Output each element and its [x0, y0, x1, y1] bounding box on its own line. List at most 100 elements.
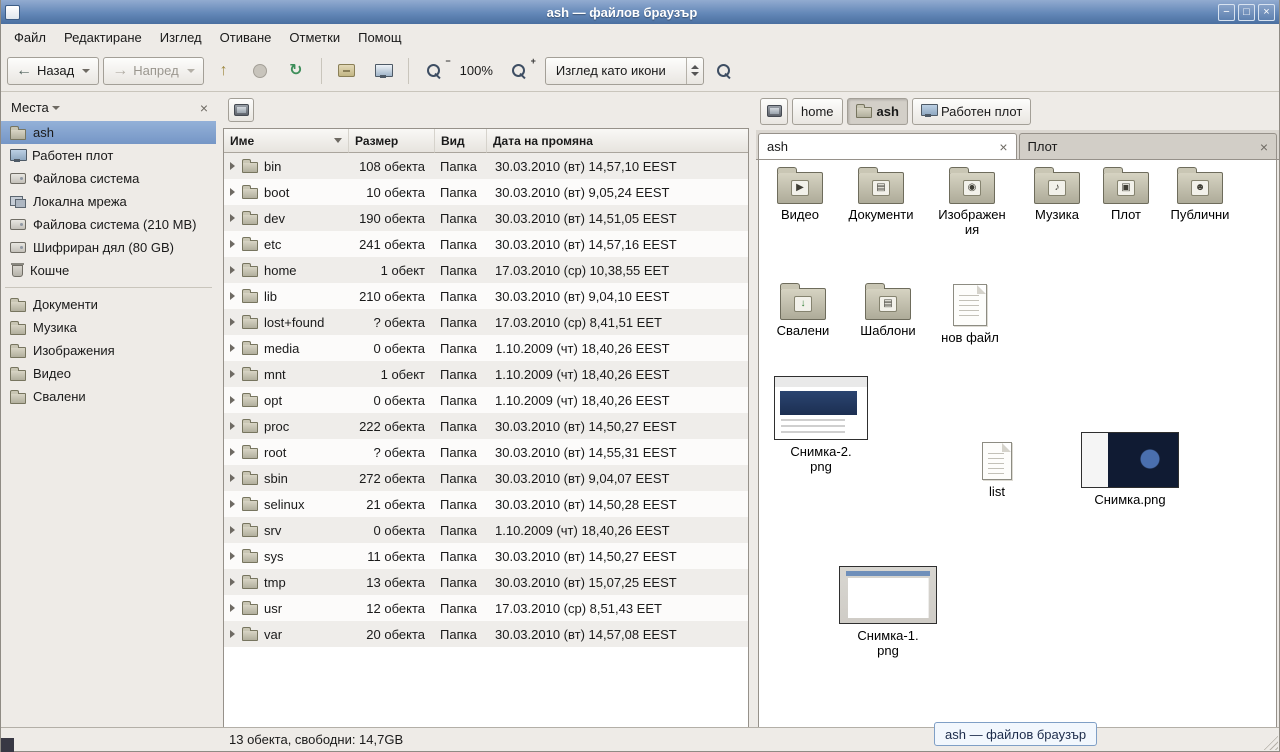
- menu-item[interactable]: Отиване: [211, 24, 281, 50]
- sidebar-title-dropdown-icon[interactable]: [52, 106, 60, 110]
- menu-item[interactable]: Файл: [5, 24, 55, 50]
- sidebar-item[interactable]: Кошче: [1, 259, 216, 282]
- icon-item-snimka1[interactable]: Снимка-1. png: [835, 566, 941, 658]
- path-home-button[interactable]: home: [792, 98, 843, 125]
- sidebar-item[interactable]: Музика: [1, 316, 216, 339]
- menu-item[interactable]: Отметки: [280, 24, 349, 50]
- expander-icon[interactable]: [230, 474, 235, 482]
- titlebar[interactable]: ash — файлов браузър − □ ×: [1, 0, 1279, 24]
- sidebar-item[interactable]: Свалени: [1, 385, 216, 408]
- expander-icon[interactable]: [230, 162, 235, 170]
- table-row[interactable]: var20 обектаПапка30.03.2010 (вт) 14,57,0…: [224, 621, 748, 647]
- icon-item-snimka[interactable]: Снимка.png: [1077, 432, 1183, 507]
- menu-item[interactable]: Помощ: [349, 24, 410, 50]
- expander-icon[interactable]: [230, 188, 235, 196]
- table-row[interactable]: lib210 обектаПапка30.03.2010 (вт) 9,04,1…: [224, 283, 748, 309]
- sidebar-item[interactable]: ash: [1, 121, 216, 144]
- table-row[interactable]: sys11 обектаПапка30.03.2010 (вт) 14,50,2…: [224, 543, 748, 569]
- sidebar-item[interactable]: Работен плот: [1, 144, 216, 167]
- table-row[interactable]: tmp13 обектаПапка30.03.2010 (вт) 15,07,2…: [224, 569, 748, 595]
- computer-button[interactable]: [367, 57, 399, 85]
- table-row[interactable]: bin108 обектаПапка30.03.2010 (вт) 14,57,…: [224, 153, 748, 179]
- sidebar-title[interactable]: Места: [11, 100, 49, 115]
- tab-close-icon[interactable]: ×: [999, 140, 1007, 154]
- minimize-button[interactable]: −: [1218, 4, 1235, 21]
- expander-icon[interactable]: [230, 500, 235, 508]
- path-current-button[interactable]: ash: [847, 98, 908, 125]
- table-row[interactable]: srv0 обектаПапка1.10.2009 (чт) 18,40,26 …: [224, 517, 748, 543]
- icon-item-templates[interactable]: ▤ Шаблони: [853, 284, 923, 338]
- search-button[interactable]: [708, 57, 740, 85]
- expander-icon[interactable]: [230, 240, 235, 248]
- pane-splitter[interactable]: [216, 92, 223, 727]
- expander-icon[interactable]: [230, 214, 235, 222]
- sidebar-item[interactable]: Изображения: [1, 339, 216, 362]
- icon-item-downloads[interactable]: ↓ Свалени: [769, 284, 837, 338]
- sidebar-close-icon[interactable]: ×: [200, 101, 208, 115]
- pane-location-button[interactable]: [228, 98, 254, 122]
- back-button[interactable]: ← Назад: [7, 57, 99, 85]
- expander-icon[interactable]: [230, 630, 235, 638]
- close-button[interactable]: ×: [1258, 4, 1275, 21]
- expander-icon[interactable]: [230, 266, 235, 274]
- table-row[interactable]: lost+found? обектаПапка17.03.2010 (ср) 8…: [224, 309, 748, 335]
- table-row[interactable]: dev190 обектаПапка30.03.2010 (вт) 14,51,…: [224, 205, 748, 231]
- menu-item[interactable]: Изглед: [151, 24, 211, 50]
- tab-plot[interactable]: Плот ×: [1019, 133, 1278, 159]
- home-button[interactable]: [331, 57, 363, 85]
- column-header-date[interactable]: Дата на промяна: [487, 129, 748, 153]
- reload-button[interactable]: ↻: [280, 57, 312, 85]
- menu-item[interactable]: Редактиране: [55, 24, 151, 50]
- expander-icon[interactable]: [230, 604, 235, 612]
- expander-icon[interactable]: [230, 448, 235, 456]
- table-row[interactable]: media0 обектаПапка1.10.2009 (чт) 18,40,2…: [224, 335, 748, 361]
- back-dropdown-icon[interactable]: [82, 69, 90, 73]
- table-row[interactable]: sbin272 обектаПапка30.03.2010 (вт) 9,04,…: [224, 465, 748, 491]
- sidebar-item[interactable]: Документи: [1, 293, 216, 316]
- table-row[interactable]: etc241 обектаПапка30.03.2010 (вт) 14,57,…: [224, 231, 748, 257]
- icon-item-public[interactable]: ☻ Публични: [1163, 168, 1237, 222]
- table-row[interactable]: boot10 обектаПапка30.03.2010 (вт) 9,05,2…: [224, 179, 748, 205]
- icon-item-music[interactable]: ♪ Музика: [1025, 168, 1089, 222]
- zoom-out-button[interactable]: −: [418, 57, 450, 85]
- table-row[interactable]: selinux21 обектаПапка30.03.2010 (вт) 14,…: [224, 491, 748, 517]
- expander-icon[interactable]: [230, 292, 235, 300]
- forward-button[interactable]: → Напред: [103, 57, 203, 85]
- up-button[interactable]: ↑: [208, 57, 240, 85]
- path-desktop-button[interactable]: Работен плот: [912, 98, 1031, 125]
- resize-grip[interactable]: [1263, 735, 1278, 750]
- icon-item-images[interactable]: ◉ Изображен ия: [931, 168, 1013, 237]
- zoom-in-button[interactable]: +: [503, 57, 535, 85]
- icon-item-list[interactable]: list: [971, 442, 1023, 499]
- expander-icon[interactable]: [230, 318, 235, 326]
- icon-item-snimka2[interactable]: Снимка-2. png: [771, 376, 871, 474]
- table-row[interactable]: proc222 обектаПапка30.03.2010 (вт) 14,50…: [224, 413, 748, 439]
- table-row[interactable]: opt0 обектаПапка1.10.2009 (чт) 18,40,26 …: [224, 387, 748, 413]
- sidebar-item[interactable]: Файлова система: [1, 167, 216, 190]
- sidebar-item[interactable]: Файлова система (210 MB): [1, 213, 216, 236]
- view-mode-select[interactable]: Изглед като икони: [545, 57, 704, 85]
- expander-icon[interactable]: [230, 344, 235, 352]
- column-header-size[interactable]: Размер: [349, 129, 435, 153]
- expander-icon[interactable]: [230, 578, 235, 586]
- icon-item-video[interactable]: ▶ Видео: [767, 168, 833, 222]
- sidebar-item[interactable]: Видео: [1, 362, 216, 385]
- sidebar-item[interactable]: Локална мрежа: [1, 190, 216, 213]
- column-header-name[interactable]: Име: [224, 129, 349, 153]
- expander-icon[interactable]: [230, 370, 235, 378]
- table-row[interactable]: home1 обектПапка17.03.2010 (ср) 10,38,55…: [224, 257, 748, 283]
- pane-splitter[interactable]: [749, 92, 756, 727]
- expander-icon[interactable]: [230, 422, 235, 430]
- table-row[interactable]: usr12 обектаПапка17.03.2010 (ср) 8,51,43…: [224, 595, 748, 621]
- stop-button[interactable]: [244, 57, 276, 85]
- expander-icon[interactable]: [230, 526, 235, 534]
- sidebar-item[interactable]: Шифриран дял (80 GB): [1, 236, 216, 259]
- tab-close-icon[interactable]: ×: [1260, 140, 1268, 154]
- maximize-button[interactable]: □: [1238, 4, 1255, 21]
- table-row[interactable]: root? обектаПапка30.03.2010 (вт) 14,55,3…: [224, 439, 748, 465]
- combo-spin-icon[interactable]: [686, 58, 703, 84]
- tab-ash[interactable]: ash ×: [758, 133, 1017, 159]
- expander-icon[interactable]: [230, 396, 235, 404]
- table-row[interactable]: mnt1 обектПапка1.10.2009 (чт) 18,40,26 E…: [224, 361, 748, 387]
- column-header-type[interactable]: Вид: [435, 129, 487, 153]
